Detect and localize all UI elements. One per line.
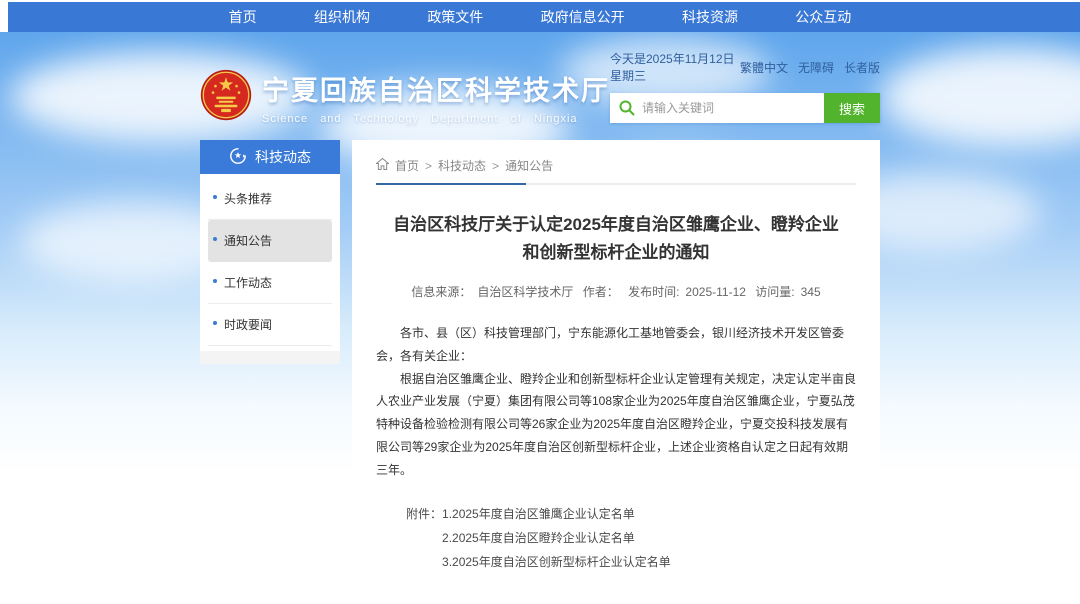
sidebar-item-notices[interactable]: 通知公告 [208, 220, 332, 262]
site-title: 宁夏回族自治区科学技术厅 [262, 69, 610, 108]
article-title-line2: 和创新型标杆企业的通知 [376, 239, 856, 267]
article-title: 自治区科技厅关于认定2025年度自治区雏鹰企业、瞪羚企业 和创新型标杆企业的通知 [376, 211, 856, 267]
top-nav-menu: 首页 组织机构 政策文件 政府信息公开 科技资源 公众互动 [200, 2, 880, 32]
sidebar-item-politics-news[interactable]: 时政要闻 [208, 304, 332, 346]
sidebar-item-work-trends[interactable]: 工作动态 [208, 262, 332, 304]
sidebar-item-headline[interactable]: 头条推荐 [208, 178, 332, 220]
meta-source-value: 自治区科学技术厅 [477, 285, 573, 299]
meta-views-value: 345 [801, 285, 821, 299]
nav-item-sci-resources[interactable]: 科技资源 [682, 7, 738, 27]
attachments-label: 附件： [406, 502, 442, 574]
cloud [880, 47, 1080, 147]
article-paragraph: 根据自治区雏鹰企业、瞪羚企业和创新型标杆企业认定管理有关规定，决定认定半亩良人农… [376, 368, 856, 482]
nav-item-policy-docs[interactable]: 政策文件 [427, 7, 483, 27]
search-box [610, 93, 824, 123]
attachment-link-1[interactable]: 1.2025年度自治区雏鹰企业认定名单 [442, 502, 671, 526]
national-emblem-icon [200, 69, 252, 126]
circled-star-icon [229, 147, 247, 168]
sidebar-item-label: 通知公告 [224, 232, 272, 249]
breadcrumb-notices[interactable]: 通知公告 [505, 157, 553, 174]
search-input[interactable] [610, 93, 824, 123]
article-paragraph: 各市、县（区）科技管理部门，宁东能源化工基地管委会，银川经济技术开发区管委会，各… [376, 322, 856, 368]
today-date-text: 今天是2025年11月12日 星期三 [610, 50, 740, 84]
bullet-icon [213, 237, 217, 241]
search-icon [619, 100, 635, 116]
nav-item-home[interactable]: 首页 [229, 7, 257, 27]
bullet-icon [213, 279, 217, 283]
header-utilities: 今天是2025年11月12日 星期三 繁體中文 无障碍 长者版 搜索 [610, 50, 880, 138]
search-bar: 搜索 [610, 93, 880, 123]
bullet-icon [213, 321, 217, 325]
breadcrumb-sci-trends[interactable]: 科技动态 [438, 157, 486, 174]
bullet-icon [213, 195, 217, 199]
sidebar-menu: 头条推荐 通知公告 工作动态 时政要闻 [200, 174, 340, 364]
breadcrumb-separator: > [492, 159, 499, 173]
breadcrumb-separator: > [425, 159, 432, 173]
language-links: 繁體中文 无障碍 长者版 [740, 59, 880, 76]
search-button[interactable]: 搜索 [824, 93, 880, 123]
sidebar-header: 科技动态 [200, 140, 340, 174]
sidebar: 科技动态 头条推荐 通知公告 工作动态 时政要闻 [200, 140, 340, 604]
meta-time-label: 发布时间: [628, 285, 679, 299]
nav-item-organization[interactable]: 组织机构 [314, 7, 370, 27]
site-title-block: 宁夏回族自治区科学技术厅 Science and Technology Depa… [262, 69, 610, 125]
meta-views-label: 访问量: [755, 285, 794, 299]
attachment-link-3[interactable]: 3.2025年度自治区创新型标杆企业认定名单 [442, 550, 671, 574]
breadcrumb-home[interactable]: 首页 [395, 157, 419, 174]
breadcrumb-underline [376, 183, 526, 185]
sidebar-item-label: 工作动态 [224, 274, 272, 291]
nav-item-public-interaction[interactable]: 公众互动 [795, 7, 851, 27]
accessibility-link[interactable]: 无障碍 [798, 59, 834, 76]
site-header: 宁夏回族自治区科学技术厅 Science and Technology Depa… [200, 46, 880, 138]
attachment-link-2[interactable]: 2.2025年度自治区瞪羚企业认定名单 [442, 526, 671, 550]
breadcrumb-divider [376, 183, 856, 185]
article-meta: 信息来源： 自治区科学技术厅 作者： 发布时间: 2025-11-12 访问量: 34… [376, 283, 856, 300]
article-body: 各市、县（区）科技管理部门，宁东能源化工基地管委会，银川经济技术开发区管委会，各… [376, 322, 856, 482]
sidebar-item-label: 时政要闻 [224, 316, 272, 333]
sidebar-item-label: 头条推荐 [224, 190, 272, 207]
article-title-line1: 自治区科技厅关于认定2025年度自治区雏鹰企业、瞪羚企业 [376, 211, 856, 239]
content-panel: 首页 > 科技动态 > 通知公告 自治区科技厅关于认定2025年度自治区雏鹰企业… [352, 140, 880, 604]
breadcrumb: 首页 > 科技动态 > 通知公告 [376, 150, 856, 183]
attachments-section: 附件： 1.2025年度自治区雏鹰企业认定名单 2.2025年度自治区瞪羚企业认… [406, 502, 856, 574]
site-logo-link[interactable]: 宁夏回族自治区科学技术厅 Science and Technology Depa… [200, 56, 610, 138]
sidebar-footer-strip [200, 351, 340, 364]
meta-source-label: 信息来源： [411, 285, 471, 299]
meta-author-label: 作者： [583, 285, 619, 299]
sidebar-title: 科技动态 [255, 147, 311, 167]
elder-version-link[interactable]: 长者版 [844, 59, 880, 76]
top-nav-bar: 首页 组织机构 政策文件 政府信息公开 科技资源 公众互动 [8, 2, 1080, 32]
home-icon [376, 158, 389, 173]
meta-time-value: 2025-11-12 [685, 285, 746, 299]
main-area: 科技动态 头条推荐 通知公告 工作动态 时政要闻 [200, 140, 880, 604]
traditional-chinese-link[interactable]: 繁體中文 [740, 59, 788, 76]
utility-row: 今天是2025年11月12日 星期三 繁體中文 无障碍 长者版 [610, 50, 880, 84]
nav-item-gov-info[interactable]: 政府信息公开 [541, 7, 625, 27]
attachments-list: 1.2025年度自治区雏鹰企业认定名单 2.2025年度自治区瞪羚企业认定名单 … [442, 502, 671, 574]
site-subtitle: Science and Technology Department of Nin… [262, 113, 610, 125]
